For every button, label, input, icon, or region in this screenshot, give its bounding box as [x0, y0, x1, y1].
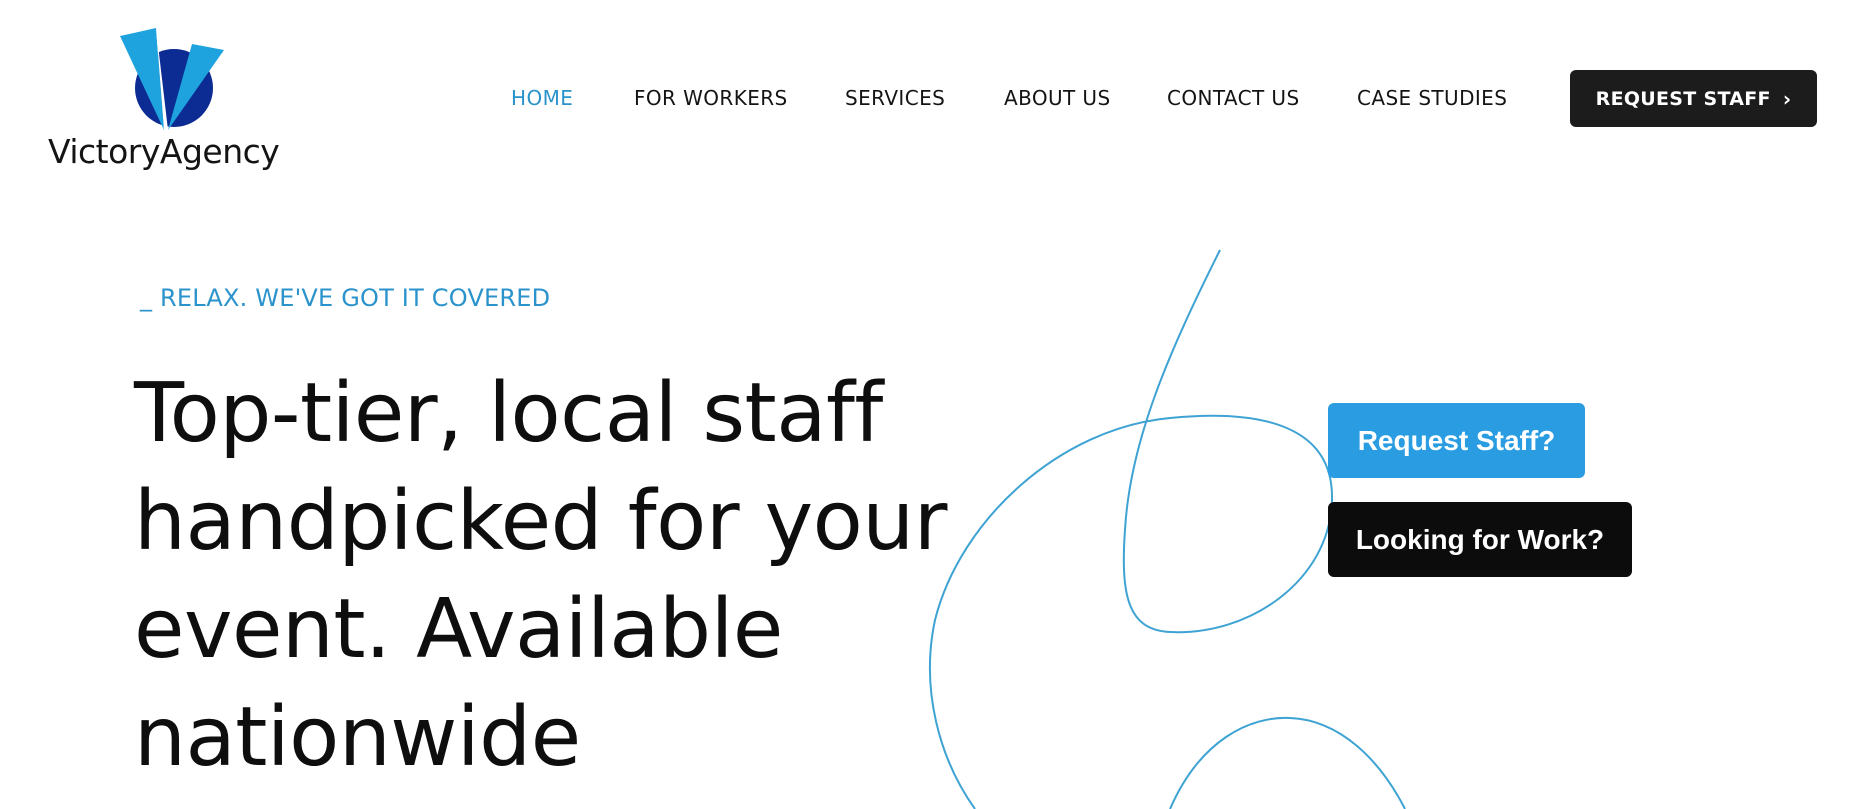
nav-item-for-workers[interactable]: FOR WORKERS — [634, 80, 788, 116]
hero-headline-line: Top-tier, local staff — [134, 366, 883, 461]
nav-item-home[interactable]: HOME — [511, 80, 573, 116]
nav-item-about-us[interactable]: ABOUT US — [1004, 80, 1111, 116]
hero-headline-line: handpicked for your — [134, 474, 947, 569]
request-staff-header-button[interactable]: REQUEST STAFF › — [1570, 70, 1817, 127]
chevron-right-icon: › — [1782, 86, 1792, 111]
request-staff-button[interactable]: Request Staff? — [1328, 403, 1585, 478]
nav-item-contact-us[interactable]: CONTACT US — [1167, 80, 1300, 116]
nav-item-services[interactable]: SERVICES — [845, 80, 945, 116]
victory-v-logo-icon — [120, 28, 224, 130]
brand-name: VictoryAgency — [48, 132, 280, 171]
request-staff-header-label: REQUEST STAFF — [1595, 87, 1771, 110]
page: VictoryAgency HOME FOR WORKERS SERVICES … — [0, 0, 1861, 809]
hero-tagline: _ RELAX. WE'VE GOT IT COVERED — [140, 284, 551, 312]
hero-headline-line: nationwide — [134, 690, 581, 785]
hero-headline-line: event. Available — [134, 582, 783, 677]
looking-for-work-button[interactable]: Looking for Work? — [1328, 502, 1632, 577]
hero-headline: Top-tier, local staff handpicked for you… — [134, 360, 1014, 792]
nav-item-case-studies[interactable]: CASE STUDIES — [1357, 80, 1507, 116]
brand-logo[interactable]: VictoryAgency — [48, 22, 308, 182]
